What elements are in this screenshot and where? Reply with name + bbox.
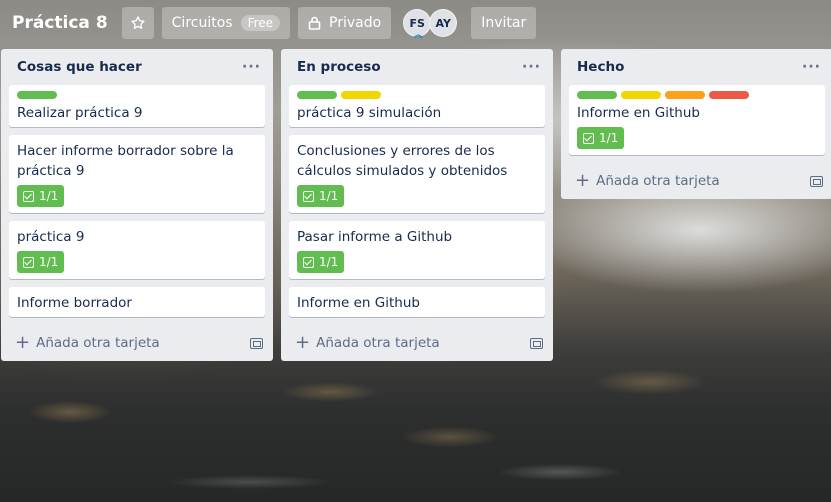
card[interactable]: Hacer informe borrador sobre la práctica… bbox=[9, 135, 265, 213]
card-labels bbox=[297, 91, 537, 99]
ellipsis-icon[interactable]: ··· bbox=[522, 59, 541, 75]
card-title: Informe en Github bbox=[577, 105, 700, 121]
add-card-row: + Añada otra tarjeta bbox=[289, 325, 545, 361]
add-card-label: Añada otra tarjeta bbox=[316, 335, 440, 351]
plan-badge: Free bbox=[240, 15, 281, 31]
checklist-icon bbox=[583, 132, 594, 144]
card-title: práctica 9 simulación bbox=[297, 105, 442, 121]
label-green[interactable] bbox=[577, 91, 617, 99]
board-header: Práctica 8 Circuitos Free Privado FS ︽ A… bbox=[0, 0, 831, 46]
checklist-icon bbox=[23, 190, 34, 202]
plus-icon: + bbox=[295, 332, 311, 353]
checklist-icon bbox=[303, 256, 314, 268]
ellipsis-icon[interactable]: ··· bbox=[802, 59, 821, 75]
checklist-count: 1/1 bbox=[319, 255, 339, 269]
card-title: Realizar práctica 9 bbox=[17, 105, 143, 121]
list-header: Cosas que hacer ··· bbox=[9, 49, 265, 85]
checklist-badge: 1/1 bbox=[17, 185, 65, 207]
team-button-label: Circuitos bbox=[171, 15, 233, 31]
visibility-button[interactable]: Privado bbox=[298, 7, 392, 39]
team-button[interactable]: Circuitos Free bbox=[161, 7, 291, 39]
member-initials: FS bbox=[409, 16, 425, 30]
card[interactable]: práctica 9 1/1 bbox=[9, 221, 265, 279]
member-avatar-ay[interactable]: AY bbox=[429, 9, 458, 37]
list-hecho: Hecho ··· Informe en Github 1/1 + Añada … bbox=[561, 49, 831, 199]
label-red[interactable] bbox=[709, 91, 749, 99]
star-button[interactable] bbox=[121, 7, 154, 39]
lock-icon bbox=[308, 16, 321, 30]
add-card-label: Añada otra tarjeta bbox=[596, 173, 720, 189]
card[interactable]: práctica 9 simulación bbox=[289, 85, 545, 127]
star-icon bbox=[131, 16, 145, 29]
checklist-badge: 1/1 bbox=[17, 251, 65, 273]
checklist-badge: 1/1 bbox=[297, 185, 345, 207]
checklist-icon bbox=[23, 256, 34, 268]
card-title: Informe borrador bbox=[17, 295, 132, 311]
label-yellow[interactable] bbox=[621, 91, 661, 99]
label-green[interactable] bbox=[297, 91, 337, 99]
list-title[interactable]: Hecho bbox=[577, 59, 624, 75]
list-cosas-que-hacer: Cosas que hacer ··· Realizar práctica 9 … bbox=[1, 49, 273, 361]
checklist-icon bbox=[303, 190, 314, 202]
card[interactable]: Realizar práctica 9 bbox=[9, 85, 265, 127]
card-title: Pasar informe a Github bbox=[297, 229, 453, 245]
plus-icon: + bbox=[575, 170, 591, 191]
board-title[interactable]: Práctica 8 bbox=[6, 7, 114, 39]
list-title[interactable]: En proceso bbox=[297, 59, 381, 75]
member-avatar-fs[interactable]: FS ︽ bbox=[403, 9, 432, 39]
list-header: Hecho ··· bbox=[569, 49, 825, 85]
add-card-button[interactable]: + Añada otra tarjeta bbox=[15, 334, 160, 352]
card-title: práctica 9 bbox=[17, 229, 85, 245]
card-labels bbox=[17, 91, 257, 99]
list-header: En proceso ··· bbox=[289, 49, 545, 85]
member-initials: AY bbox=[435, 16, 451, 30]
checklist-count: 1/1 bbox=[39, 255, 59, 269]
label-orange[interactable] bbox=[665, 91, 705, 99]
checklist-count: 1/1 bbox=[319, 189, 339, 203]
plus-icon: + bbox=[15, 332, 31, 353]
admin-chevron-icon: ︽ bbox=[414, 30, 423, 39]
card-template-icon[interactable] bbox=[530, 337, 543, 349]
card[interactable]: Informe en Github bbox=[289, 287, 545, 317]
add-card-label: Añada otra tarjeta bbox=[36, 335, 160, 351]
checklist-count: 1/1 bbox=[599, 131, 619, 145]
list-en-proceso: En proceso ··· práctica 9 simulación Con… bbox=[281, 49, 553, 361]
add-card-button[interactable]: + Añada otra tarjeta bbox=[575, 172, 720, 190]
card[interactable]: Informe borrador bbox=[9, 287, 265, 317]
card-title: Informe en Github bbox=[297, 295, 420, 311]
add-card-button[interactable]: + Añada otra tarjeta bbox=[295, 334, 440, 352]
label-yellow[interactable] bbox=[341, 91, 381, 99]
visibility-label: Privado bbox=[329, 15, 382, 31]
add-card-row: + Añada otra tarjeta bbox=[569, 163, 825, 199]
label-green[interactable] bbox=[17, 91, 57, 99]
card[interactable]: Informe en Github 1/1 bbox=[569, 85, 825, 155]
card[interactable]: Conclusiones y errores de los cálculos s… bbox=[289, 135, 545, 213]
card-title: Hacer informe borrador sobre la práctica… bbox=[17, 143, 234, 179]
card-title: Conclusiones y errores de los cálculos s… bbox=[297, 143, 508, 179]
card[interactable]: Pasar informe a Github 1/1 bbox=[289, 221, 545, 279]
invite-button[interactable]: Invitar bbox=[471, 7, 537, 39]
card-template-icon[interactable] bbox=[250, 337, 263, 349]
board-members: FS ︽ AY bbox=[403, 9, 458, 39]
checklist-count: 1/1 bbox=[39, 189, 59, 203]
list-title[interactable]: Cosas que hacer bbox=[17, 59, 142, 75]
ellipsis-icon[interactable]: ··· bbox=[242, 59, 261, 75]
card-template-icon[interactable] bbox=[810, 175, 823, 187]
add-card-row: + Añada otra tarjeta bbox=[9, 325, 265, 361]
checklist-badge: 1/1 bbox=[577, 127, 625, 149]
checklist-badge: 1/1 bbox=[297, 251, 345, 273]
card-labels bbox=[577, 91, 817, 99]
